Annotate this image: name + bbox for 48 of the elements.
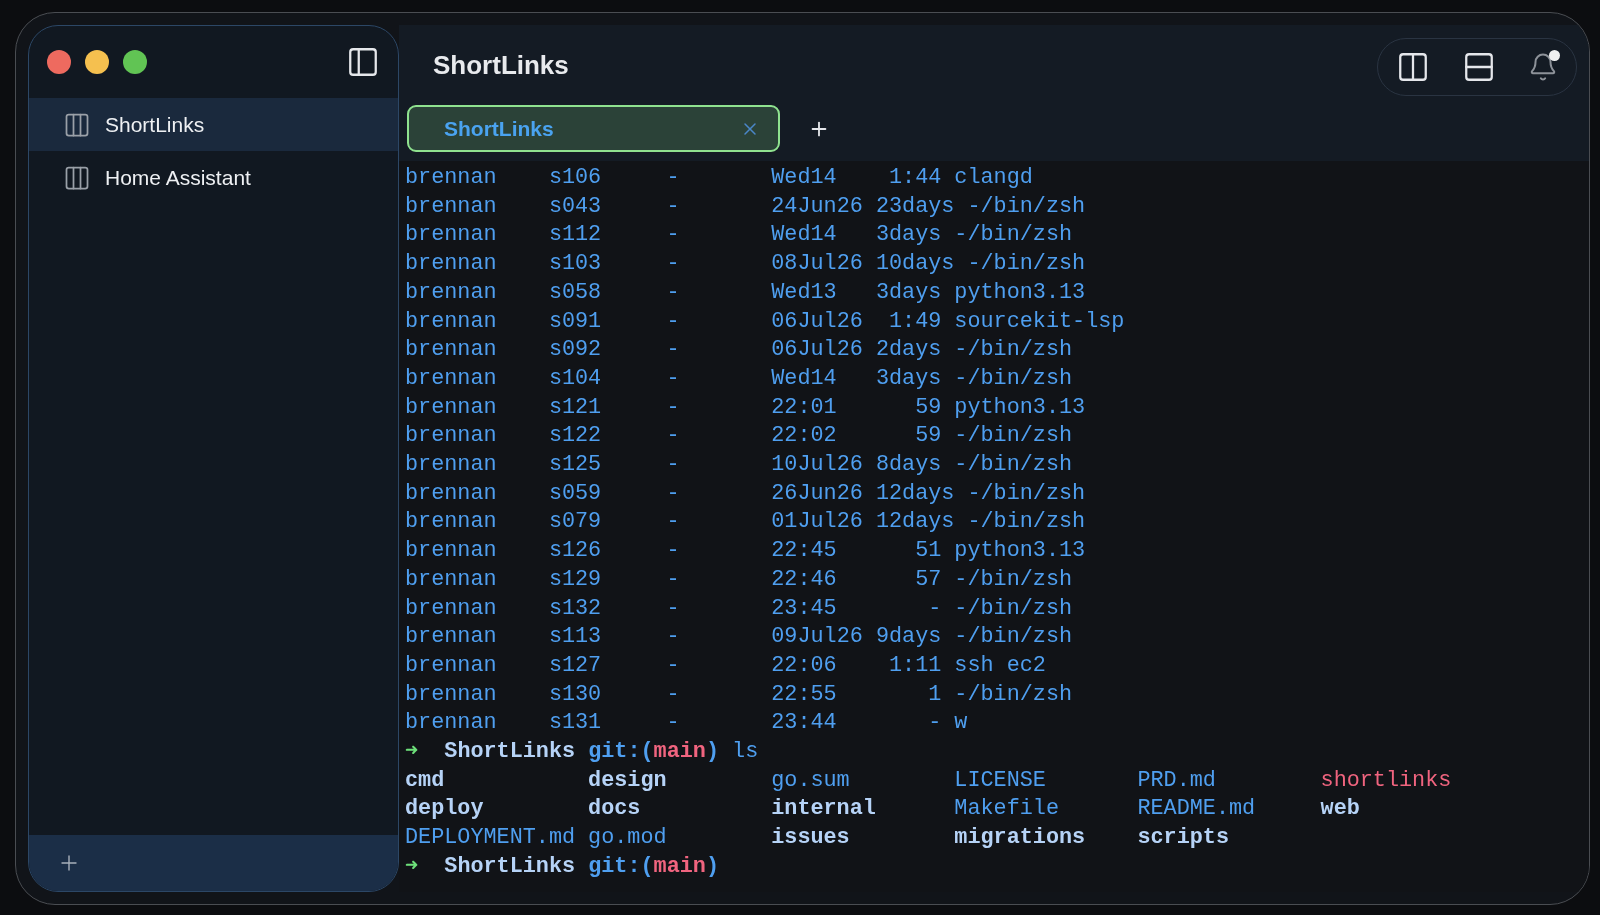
terminal-line: brennan s127 - 22:06 1:11 ssh ec2 [405, 651, 1046, 680]
terminal-tab[interactable]: ShortLinks [407, 105, 780, 152]
file-name: issues [771, 824, 850, 853]
terminal-line: brennan s130 - 22:55 1 -/bin/zsh [405, 680, 1073, 709]
file-name: LICENSE [954, 766, 1046, 795]
close-window-button[interactable] [47, 50, 71, 74]
file-name: go.mod [588, 824, 667, 853]
prompt-line: ➜ ShortLinks git:(main) ls [405, 738, 759, 767]
terminal-line: brennan s125 - 10Jul26 8days -/bin/zsh [405, 451, 1073, 480]
prompt-line: ➜ ShortLinks git:(main) [405, 852, 720, 881]
terminal-line: brennan s112 - Wed14 3days -/bin/zsh [405, 221, 1073, 250]
file-name: internal [771, 795, 876, 824]
terminal-line: brennan s126 - 22:45 51 python3.13 [405, 537, 1086, 566]
file-name: DEPLOYMENT.md [405, 824, 576, 853]
terminal-line: brennan s132 - 23:45 - -/bin/zsh [405, 594, 1073, 623]
file-name: design [588, 766, 667, 795]
sidebar-toggle-icon[interactable] [346, 45, 380, 79]
terminal-line: brennan s131 - 23:44 - w [405, 709, 968, 738]
terminal-line: brennan s058 - Wed13 3days python3.13 [405, 278, 1086, 307]
terminal-line: brennan s104 - Wed14 3days -/bin/zsh [405, 364, 1073, 393]
file-name: Makefile [954, 795, 1059, 824]
terminal-line: brennan s079 - 01Jul26 12days -/bin/zsh [405, 508, 1086, 537]
terminal-line: brennan s092 - 06Jul26 2days -/bin/zsh [405, 336, 1073, 365]
terminal-line: brennan s121 - 22:01 59 python3.13 [405, 393, 1086, 422]
file-name: shortlinks [1320, 766, 1452, 795]
sidebar-item[interactable]: ShortLinks [29, 98, 398, 151]
terminal-line: brennan s113 - 09Jul26 9days -/bin/zsh [405, 623, 1073, 652]
terminal-line: brennan s129 - 22:46 57 -/bin/zsh [405, 565, 1073, 594]
file-name: deploy [405, 795, 484, 824]
file-name: migrations [954, 824, 1086, 853]
file-name: docs [588, 795, 641, 824]
file-name: web [1320, 795, 1360, 824]
terminal-line: brennan s122 - 22:02 59 -/bin/zsh [405, 422, 1073, 451]
file-name: go.sum [771, 766, 850, 795]
terminal-line: brennan s103 - 08Jul26 10days -/bin/zsh [405, 250, 1086, 279]
minimize-window-button[interactable] [85, 50, 109, 74]
file-name: cmd [405, 766, 445, 795]
terminal-line: brennan s091 - 06Jul26 1:49 sourcekit-lsp [405, 307, 1125, 336]
file-name: PRD.md [1137, 766, 1216, 795]
notification-bell-icon[interactable] [1528, 50, 1558, 83]
file-name: scripts [1137, 824, 1229, 853]
file-name: README.md [1137, 795, 1256, 824]
maximize-window-button[interactable] [123, 50, 147, 74]
window-title: ShortLinks [433, 48, 569, 82]
terminal-line: brennan s106 - Wed14 1:44 clangd [405, 164, 1033, 192]
terminal-line: brennan s059 - 26Jun26 12days -/bin/zsh [405, 479, 1086, 508]
sidebar-item[interactable]: Home Assistant [29, 151, 398, 204]
terminal-line: brennan s043 - 24Jun26 23days -/bin/zsh [405, 192, 1086, 221]
